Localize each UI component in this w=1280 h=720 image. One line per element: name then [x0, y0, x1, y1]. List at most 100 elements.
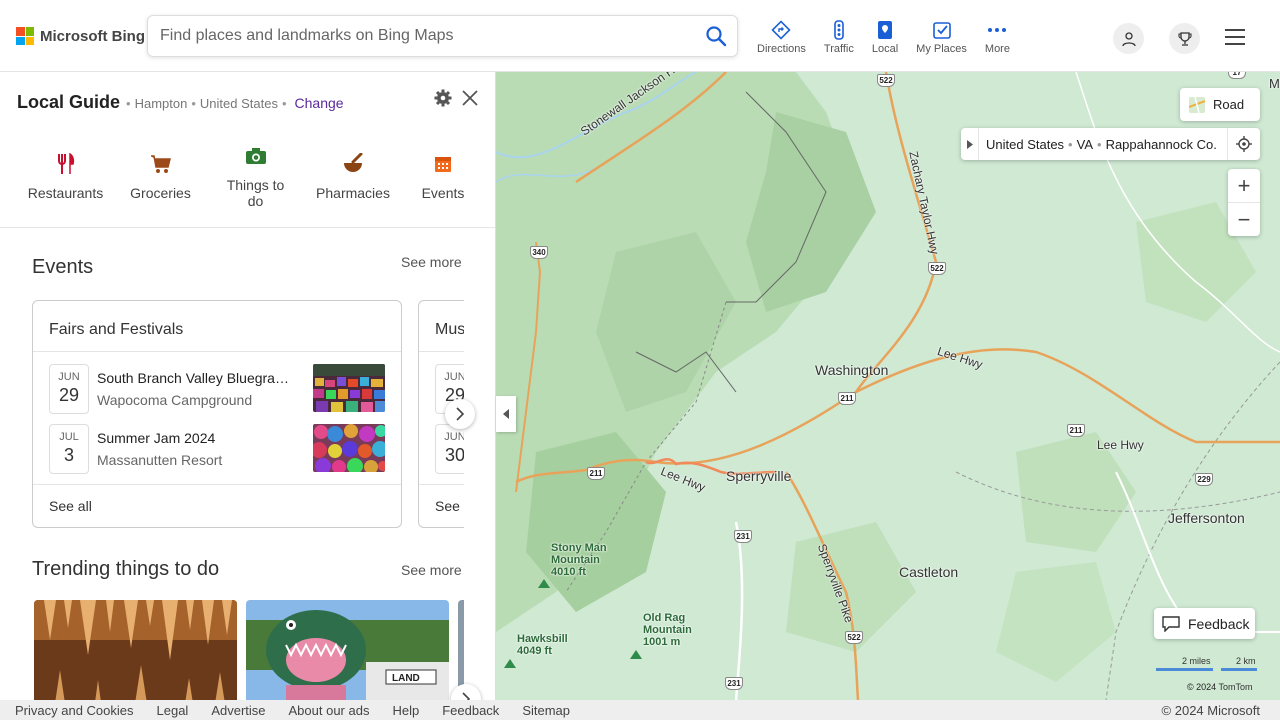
category-restaurants[interactable]: Restaurants [18, 148, 113, 228]
nav-local[interactable]: Local [863, 20, 907, 60]
event-month: JUL [59, 431, 79, 443]
nav-my-places[interactable]: My Places [907, 20, 976, 60]
collapse-panel-button[interactable] [496, 396, 516, 432]
route-shield: 211 [587, 467, 605, 480]
chat-bubble-icon [1162, 615, 1180, 632]
tomtom-link[interactable]: TomTom [1219, 682, 1253, 692]
mountain-icon [504, 659, 516, 668]
cart-icon [150, 155, 171, 173]
peak-elevation: 4010 ft [551, 566, 586, 578]
map-feedback-button[interactable]: Feedback [1154, 608, 1255, 639]
breadcrumb-county[interactable]: Rappahannock Co. [1106, 137, 1217, 152]
bing-logo[interactable]: Microsoft Bing [16, 27, 145, 45]
local-guide-panel: Local Guide • Hampton • United States • … [0, 72, 496, 700]
event-day: 3 [63, 445, 74, 465]
footer-link-help[interactable]: Help [392, 703, 419, 718]
category-things-to-do[interactable]: Things to do [208, 140, 303, 228]
trending-see-more-link[interactable]: See more [401, 562, 462, 578]
nav-traffic[interactable]: Traffic [815, 20, 863, 60]
footer-link-about-ads[interactable]: About our ads [289, 703, 370, 718]
events-see-more-link[interactable]: See more [401, 254, 462, 270]
logo-text: Microsoft Bing [40, 27, 145, 45]
category-label: Pharmacies [316, 185, 390, 201]
event-thumbnail [313, 424, 385, 472]
search-button[interactable] [695, 16, 737, 56]
mortar-pestle-icon [344, 153, 363, 172]
gear-icon[interactable] [433, 88, 453, 108]
road-map-icon [1189, 96, 1205, 113]
search-box [147, 15, 738, 57]
nav-more[interactable]: More [976, 20, 1019, 60]
category-events[interactable]: Events [403, 148, 483, 228]
map-town-label[interactable]: Castleton [899, 564, 958, 580]
rewards-button[interactable] [1169, 23, 1200, 54]
footer-link-privacy[interactable]: Privacy and Cookies [15, 703, 134, 718]
trophy-icon [1177, 31, 1192, 46]
nav-label: Traffic [823, 43, 854, 55]
trending-card-dinosaur-image[interactable]: LAND [246, 600, 449, 700]
my-location-button[interactable] [1227, 128, 1260, 160]
route-shield: 211 [1067, 424, 1085, 437]
event-item[interactable]: JUL 3 Summer Jam 2024 Massanutten Resort [49, 424, 389, 474]
change-location-link[interactable]: Change [295, 95, 344, 111]
account-button[interactable] [1113, 23, 1144, 54]
event-venue: Massanutten Resort [97, 452, 223, 468]
footer-link-advertise[interactable]: Advertise [211, 703, 265, 718]
event-name: Summer Jam 2024 [97, 430, 216, 446]
footer-link-legal[interactable]: Legal [157, 703, 189, 718]
fork-knife-icon [57, 153, 74, 174]
divider [33, 351, 401, 352]
event-venue: Wapocoma Campground [97, 392, 253, 408]
category-label: Groceries [130, 185, 191, 201]
map-peak-label: Old Rag Mountain 1001 m [643, 612, 693, 648]
breadcrumb-state[interactable]: VA [1077, 137, 1093, 152]
expand-breadcrumb-button[interactable] [961, 128, 979, 160]
breadcrumb-country[interactable]: United States [986, 137, 1064, 152]
nav-directions[interactable]: Directions [748, 20, 815, 60]
camera-icon [245, 148, 266, 164]
event-item[interactable]: JUN 29 South Branch Valley Bluegrass Fes… [49, 364, 389, 414]
event-card-title: Mus [435, 321, 466, 338]
zoom-out-button[interactable]: − [1228, 203, 1260, 236]
hamburger-menu-icon[interactable] [1224, 28, 1246, 46]
event-month: JUN [58, 371, 80, 383]
zoom-in-button[interactable]: + [1228, 169, 1260, 202]
category-pharmacies[interactable]: Pharmacies [303, 148, 403, 228]
locate-me-icon [1236, 136, 1252, 152]
category-groceries[interactable]: Groceries [113, 148, 208, 228]
caret-right-icon [966, 139, 973, 149]
peak-elevation: 4049 ft [517, 645, 552, 657]
divider [33, 484, 401, 485]
events-next-button[interactable] [445, 399, 475, 429]
map-style-label: Road [1213, 97, 1245, 112]
map-style-button[interactable]: Road [1180, 88, 1260, 121]
map-town-label[interactable]: Sperryville [726, 468, 791, 484]
map-town-label[interactable]: Jeffersonton [1168, 510, 1245, 526]
see-all-link[interactable]: See all [49, 498, 92, 514]
separator-dot: • [1097, 136, 1102, 152]
trending-card-caverns-image[interactable] [34, 600, 237, 700]
chevron-right-icon [462, 692, 471, 700]
route-shield: 229 [1195, 473, 1213, 486]
nav-label: My Places [916, 43, 967, 55]
peak-name: Hawksbill [517, 633, 568, 645]
events-section-title: Events [32, 256, 94, 278]
guide-location-country: United States [199, 96, 278, 111]
mountain-icon [538, 579, 550, 588]
chevron-left-icon [503, 409, 509, 419]
map-town-label[interactable]: Washington [815, 362, 888, 378]
footer-link-sitemap[interactable]: Sitemap [522, 703, 570, 718]
search-input[interactable] [148, 16, 695, 56]
footer-link-feedback[interactable]: Feedback [442, 703, 499, 718]
header: Microsoft Bing Directions Traffic Local … [0, 0, 1280, 72]
event-day: 29 [58, 385, 80, 405]
close-icon[interactable] [460, 88, 480, 108]
scale-km-bar [1221, 668, 1257, 671]
directions-icon [771, 20, 792, 40]
my-places-icon [932, 22, 951, 39]
nav-label: Directions [757, 43, 806, 55]
divider [0, 227, 495, 228]
category-label: Restaurants [27, 185, 104, 201]
map-canvas[interactable]: Washington Sperryville Castleton Jeffers… [496, 72, 1280, 700]
see-all-link[interactable]: See [435, 498, 460, 514]
